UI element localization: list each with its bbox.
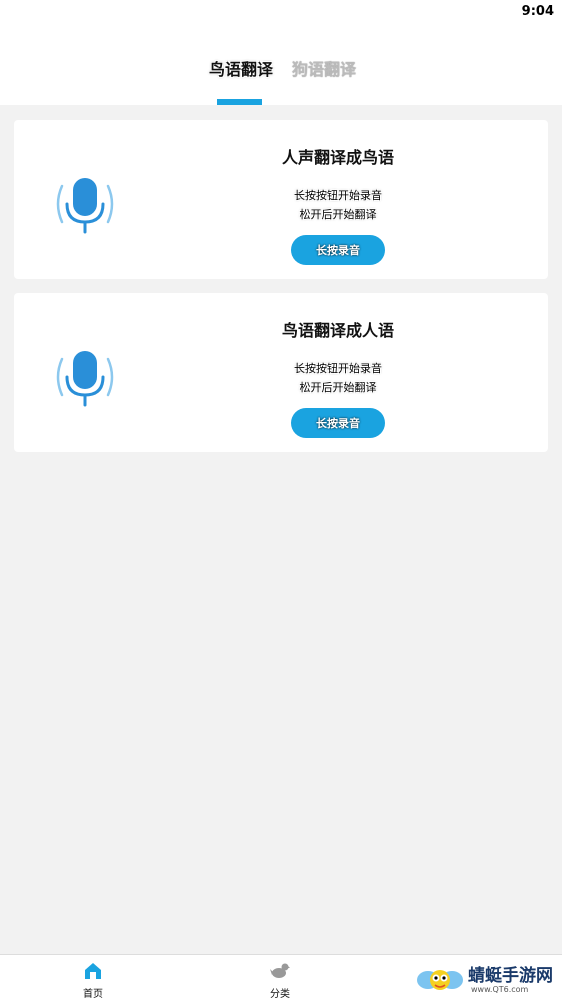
bird-to-human-card: 鸟语翻译成人语 长按按钮开始录音 松开后开始翻译 长按录音 bbox=[14, 293, 548, 452]
human-to-bird-card: 人声翻译成鸟语 长按按钮开始录音 松开后开始翻译 长按录音 bbox=[14, 120, 548, 279]
microphone-icon bbox=[56, 351, 114, 407]
card-instruction-2: 松开后开始翻译 bbox=[299, 381, 377, 394]
watermark: 蜻蜓手游网 www.QT6.com bbox=[416, 958, 562, 1000]
nav-item-category[interactable]: 分类 bbox=[250, 955, 310, 1000]
home-icon bbox=[85, 963, 101, 979]
tab-dog-translate[interactable]: 狗语翻译 bbox=[292, 56, 356, 80]
watermark-name: 蜻蜓手游网 bbox=[468, 966, 553, 986]
nav-label-category: 分类 bbox=[270, 989, 290, 1000]
tab-indicator bbox=[217, 99, 262, 105]
card-instruction-1: 长按按钮开始录音 bbox=[294, 362, 382, 375]
watermark-url: www.QT6.com bbox=[471, 985, 529, 994]
hold-to-record-button[interactable]: 长按录音 bbox=[291, 408, 385, 438]
tab-bird-translate[interactable]: 鸟语翻译 bbox=[209, 56, 273, 80]
top-header: 9:04 鸟语翻译 狗语翻译 bbox=[0, 0, 562, 105]
status-time: 9:04 bbox=[521, 4, 554, 19]
bird-icon bbox=[270, 963, 290, 978]
nav-label-home: 首页 bbox=[83, 989, 103, 1000]
microphone-icon bbox=[56, 178, 114, 234]
nav-item-home[interactable]: 首页 bbox=[63, 955, 123, 1000]
hold-to-record-button[interactable]: 长按录音 bbox=[291, 235, 385, 265]
card-title: 鸟语翻译成人语 bbox=[281, 321, 394, 340]
card-instruction-1: 长按按钮开始录音 bbox=[294, 189, 382, 202]
dragonfly-logo-icon bbox=[417, 970, 463, 990]
card-title: 人声翻译成鸟语 bbox=[281, 148, 394, 167]
card-instruction-2: 松开后开始翻译 bbox=[299, 208, 377, 221]
